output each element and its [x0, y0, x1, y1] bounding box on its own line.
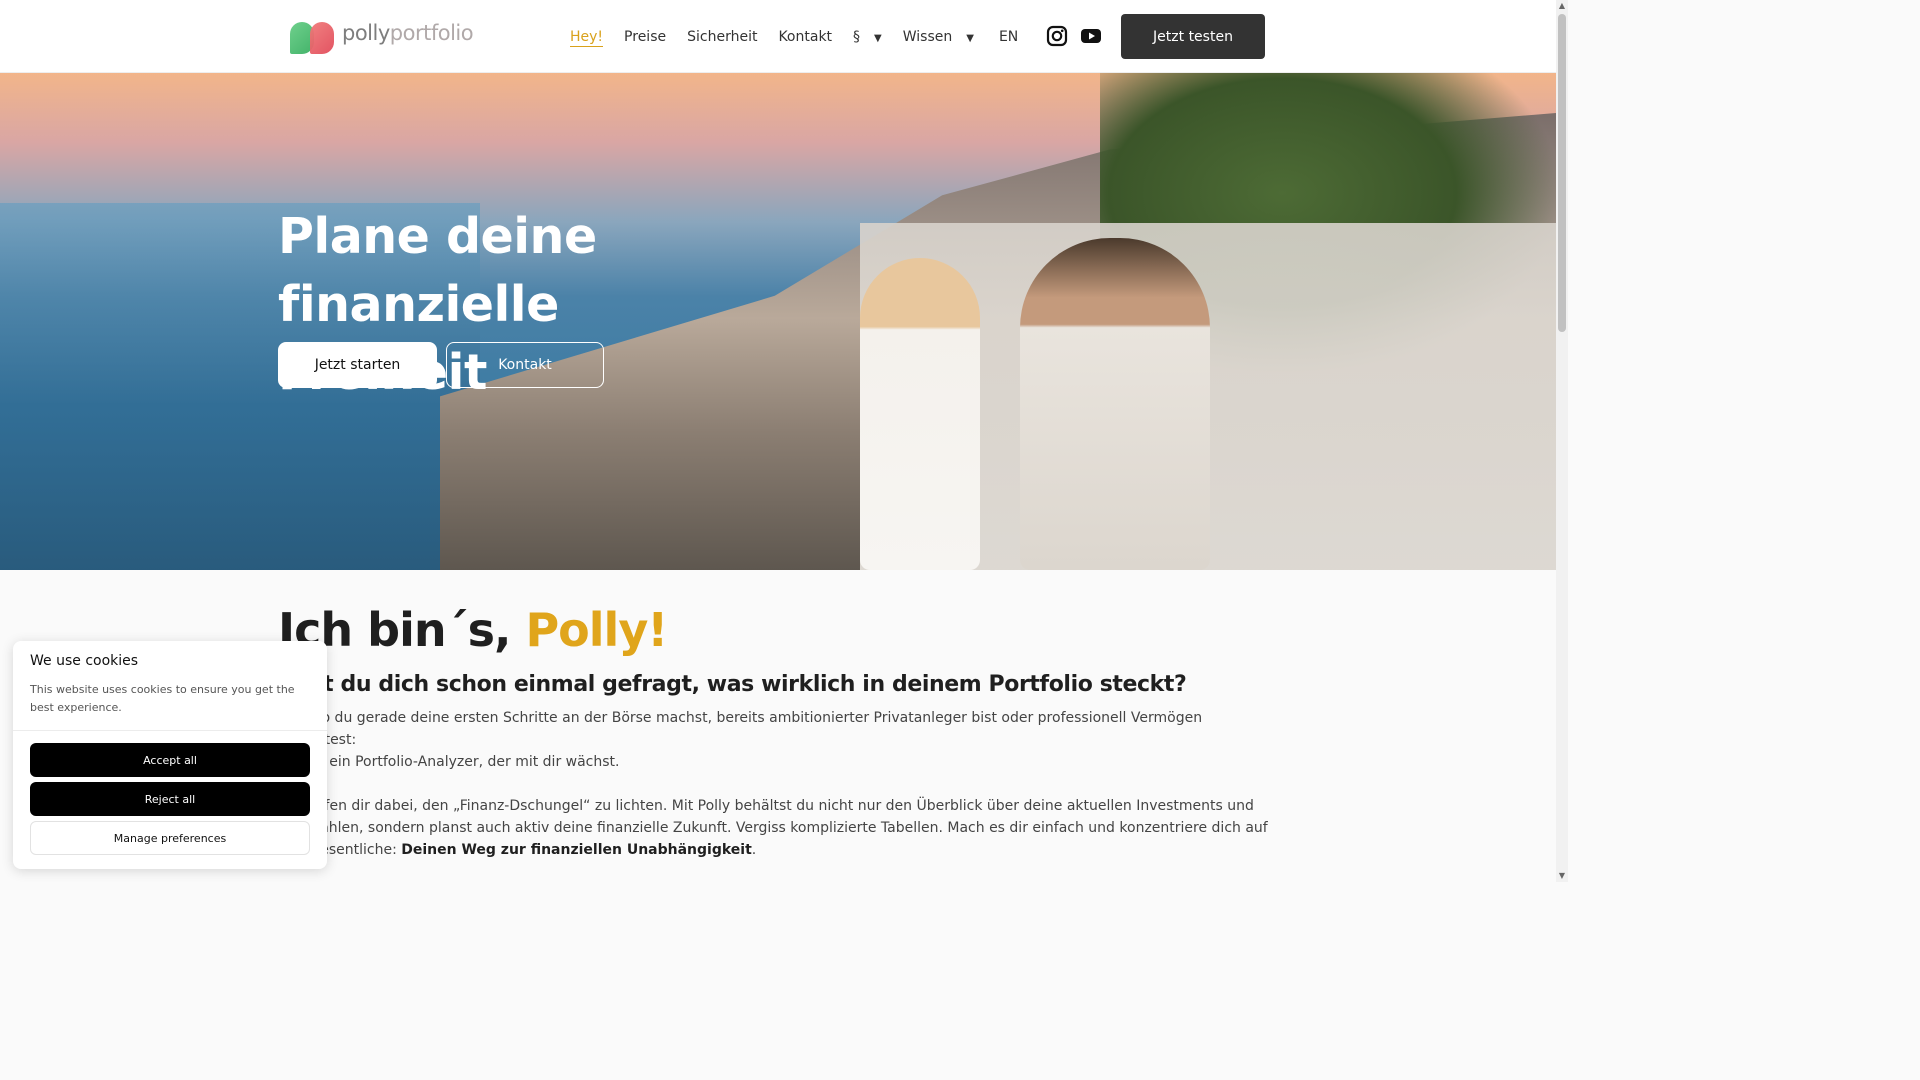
main-nav: Hey! Preise Sicherheit Kontakt § ▼ Wissen… [570, 27, 1039, 47]
hero-title-line1: Plane deine [278, 208, 597, 265]
chevron-down-icon: ▼ [966, 33, 974, 44]
nav-item-preise[interactable]: Preise [624, 27, 666, 47]
contact-button[interactable]: Kontakt [446, 342, 604, 388]
intro-paragraph-2: Ich helfen dir dabei, den „Finanz-Dschun… [278, 795, 1268, 861]
intro-p2-bold: Deinen Weg zur finanziellen Unabhängigke… [401, 842, 752, 858]
accept-all-button[interactable]: Accept all [30, 743, 310, 777]
language-switch[interactable]: EN [999, 27, 1018, 47]
scroll-down-icon[interactable]: ▼ [1556, 870, 1568, 882]
intro-section: Ich bin´s, Polly! Hast du dich schon ein… [278, 600, 1268, 861]
nav-item-hey[interactable]: Hey! [570, 27, 604, 47]
hero-image-woman [860, 258, 980, 570]
nav-item-legal-label: § [853, 29, 861, 45]
chevron-down-icon: ▼ [874, 33, 882, 44]
instagram-icon[interactable] [1046, 25, 1068, 47]
nav-item-legal[interactable]: § ▼ [853, 27, 882, 47]
reject-all-button[interactable]: Reject all [30, 782, 310, 816]
intro-paragraph-1: Egal ob du gerade deine ersten Schritte … [278, 707, 1268, 773]
intro-p2-end: . [751, 842, 757, 858]
scroll-up-icon[interactable]: ▲ [1556, 0, 1568, 12]
hero-section: Plane deine finanzielle Freiheit Jetzt s… [0, 73, 1556, 570]
scrollbar-thumb[interactable] [1558, 14, 1566, 332]
intro-heading-accent: Polly! [525, 603, 668, 657]
youtube-icon[interactable] [1080, 25, 1102, 47]
nav-item-kontakt[interactable]: Kontakt [778, 27, 832, 47]
intro-p1-line1: Egal ob du gerade deine ersten Schritte … [278, 710, 1203, 748]
cookie-description: This website uses cookies to ensure you … [30, 683, 295, 714]
try-now-button[interactable]: Jetzt testen [1121, 14, 1265, 59]
nav-item-sicherheit[interactable]: Sicherheit [687, 27, 757, 47]
page-scrollbar[interactable]: ▲ ▼ [1556, 0, 1568, 882]
start-now-button[interactable]: Jetzt starten [278, 342, 437, 388]
cookie-banner: We use cookies This website uses cookies… [13, 641, 327, 869]
intro-p1-line2: Ich bin ein Portfolio-Analyzer, der mit … [278, 754, 620, 770]
social-links [1046, 25, 1102, 47]
logo-text: pollyportfolio [342, 21, 474, 45]
site-header: pollyportfolio Hey! Preise Sicherheit Ko… [0, 0, 1556, 73]
cookie-title: We use cookies [30, 653, 139, 669]
cookie-divider [13, 730, 327, 731]
manage-preferences-button[interactable]: Manage preferences [30, 821, 310, 855]
intro-heading: Ich bin´s, Polly! [278, 600, 1268, 660]
nav-item-wissen-label: Wissen [902, 29, 953, 45]
hero-image-man [1020, 238, 1210, 570]
intro-subheading: Hast du dich schon einmal gefragt, was w… [278, 672, 1187, 697]
logo-mark-icon [290, 18, 336, 54]
logo[interactable]: pollyportfolio [290, 18, 474, 54]
nav-item-wissen[interactable]: Wissen ▼ [903, 27, 974, 47]
